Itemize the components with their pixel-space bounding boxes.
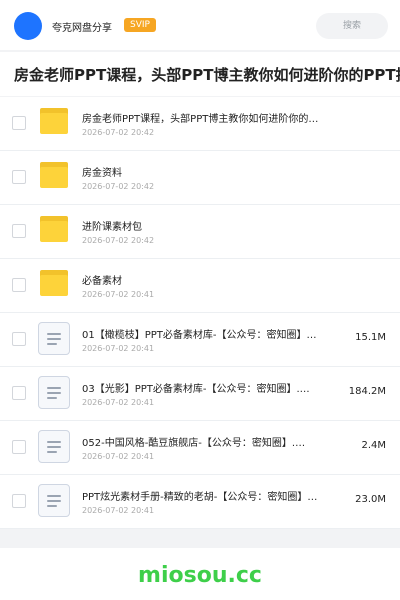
list-item[interactable]: 03【光影】PPT必备素材库-【公众号：密知圈】.… 2026-07-02 20:… bbox=[0, 367, 400, 421]
item-name: 进阶课素材包 bbox=[82, 222, 142, 233]
item-date: 2026-07-02 20:42 bbox=[82, 128, 155, 137]
item-size: 184.2M bbox=[348, 386, 386, 397]
file-icon bbox=[38, 430, 70, 463]
row-checkbox[interactable] bbox=[12, 386, 26, 400]
list-item[interactable]: PPT炫光素材手册-精致的老胡-【公众号：密知圈】… 2026-07-02 20:… bbox=[0, 475, 400, 529]
item-date: 2026-07-02 20:42 bbox=[82, 236, 155, 245]
search-input[interactable]: 搜索 bbox=[316, 13, 388, 39]
item-size: 15.1M bbox=[355, 332, 386, 343]
item-date: 2026-07-02 20:41 bbox=[82, 452, 155, 461]
avatar[interactable] bbox=[14, 12, 42, 40]
item-date: 2026-07-02 20:41 bbox=[82, 290, 155, 299]
row-checkbox[interactable] bbox=[12, 440, 26, 454]
row-checkbox[interactable] bbox=[12, 224, 26, 238]
item-name: 01【橄榄枝】PPT必备素材库-【公众号：密知圈】… bbox=[82, 330, 317, 341]
row-checkbox[interactable] bbox=[12, 116, 26, 130]
file-icon bbox=[38, 376, 70, 409]
folder-title-bar: 房金老师PPT课程，头部PPT博主教你如何进阶你的PPT技能 bbox=[0, 52, 400, 96]
list-item[interactable]: 必备素材 2026-07-02 20:41 bbox=[0, 259, 400, 313]
item-size: 2.4M bbox=[361, 440, 386, 451]
folder-icon bbox=[40, 270, 68, 296]
item-name: PPT炫光素材手册-精致的老胡-【公众号：密知圈】… bbox=[82, 492, 318, 503]
svip-badge: SVIP bbox=[124, 18, 156, 32]
list-item[interactable]: 01【橄榄枝】PPT必备素材库-【公众号：密知圈】… 2026-07-02 20:… bbox=[0, 313, 400, 367]
item-size: 23.0M bbox=[355, 494, 386, 505]
row-checkbox[interactable] bbox=[12, 494, 26, 508]
item-date: 2026-07-02 20:41 bbox=[82, 398, 155, 407]
header: 夸克网盘分享 SVIP 搜索 bbox=[0, 0, 400, 50]
item-date: 2026-07-02 20:42 bbox=[82, 182, 155, 191]
row-checkbox[interactable] bbox=[12, 170, 26, 184]
item-date: 2026-07-02 20:41 bbox=[82, 506, 155, 515]
list-item[interactable]: 进阶课素材包 2026-07-02 20:42 bbox=[0, 205, 400, 259]
item-name: 房金资料 bbox=[82, 168, 122, 179]
item-name: 03【光影】PPT必备素材库-【公众号：密知圈】.… bbox=[82, 384, 310, 395]
row-checkbox[interactable] bbox=[12, 278, 26, 292]
file-icon bbox=[38, 484, 70, 517]
file-icon bbox=[38, 322, 70, 355]
page-title: 房金老师PPT课程，头部PPT博主教你如何进阶你的PPT技能 bbox=[14, 66, 400, 84]
item-name: 052-中国风格-酷豆旗舰店-【公众号：密知圈】.… bbox=[82, 438, 306, 449]
item-date: 2026-07-02 20:41 bbox=[82, 344, 155, 353]
folder-icon bbox=[40, 108, 68, 134]
folder-icon bbox=[40, 216, 68, 242]
folder-icon bbox=[40, 162, 68, 188]
item-name: 必备素材 bbox=[82, 276, 122, 287]
watermark: miosou.cc bbox=[138, 563, 262, 588]
row-checkbox[interactable] bbox=[12, 332, 26, 346]
list-item[interactable]: 052-中国风格-酷豆旗舰店-【公众号：密知圈】.… 2026-07-02 20:… bbox=[0, 421, 400, 475]
file-list: 房金老师PPT课程，头部PPT博主教你如何进阶你的… 2026-07-02 20:… bbox=[0, 97, 400, 529]
item-name: 房金老师PPT课程，头部PPT博主教你如何进阶你的… bbox=[82, 114, 319, 125]
list-item[interactable]: 房金资料 2026-07-02 20:42 bbox=[0, 151, 400, 205]
site-name: 夸克网盘分享 bbox=[52, 23, 112, 34]
list-item[interactable]: 房金老师PPT课程，头部PPT博主教你如何进阶你的… 2026-07-02 20:… bbox=[0, 97, 400, 151]
